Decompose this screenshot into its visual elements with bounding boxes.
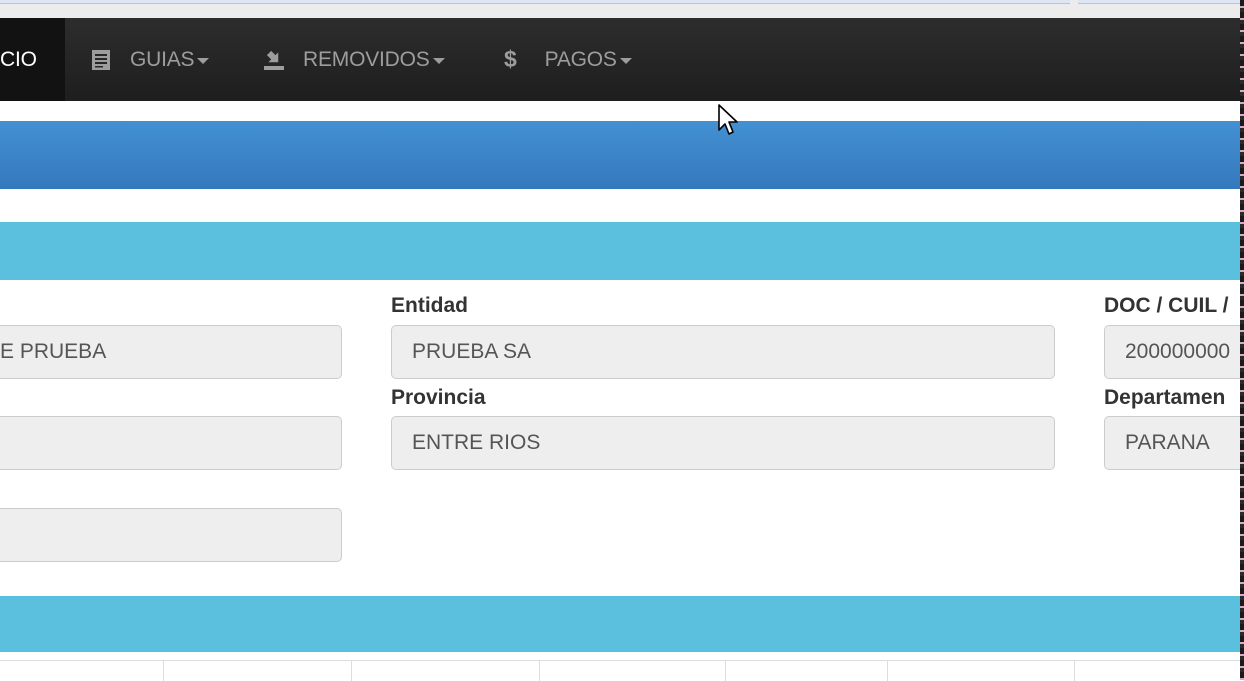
nav-item-label: PAGOS	[544, 47, 617, 71]
list-icon	[90, 49, 112, 71]
nav-item-pagos[interactable]: $ PAGOS	[504, 18, 632, 101]
table-column-divider	[163, 661, 164, 681]
table-column-divider	[725, 661, 726, 681]
nav-item-label: REMOVIDOS	[303, 47, 430, 71]
section-header-bar	[0, 222, 1240, 280]
dollar-icon: $	[504, 46, 517, 72]
top-navbar: CIO GUIAS REMOVIDOS $ PAGOS	[0, 18, 1240, 101]
scrollbar-edge	[1240, 0, 1244, 680]
provincia-label: Provincia	[391, 386, 486, 409]
field-value: E PRUEBA	[0, 340, 107, 363]
nav-item-guias[interactable]: GUIAS	[90, 18, 210, 101]
section-header-bar	[0, 596, 1240, 652]
nav-item-removidos[interactable]: REMOVIDOS	[263, 18, 445, 101]
search-bar[interactable]	[1078, 0, 1240, 4]
departamento-field[interactable]: PARANA	[1104, 416, 1240, 470]
table-header	[0, 660, 1240, 681]
field-value: PARANA	[1125, 431, 1210, 454]
chevron-down-icon	[432, 57, 445, 64]
nav-item-label: GUIAS	[130, 47, 195, 71]
address-bar[interactable]	[0, 0, 1070, 4]
page-header-bar	[0, 121, 1240, 189]
field-value: PRUEBA SA	[412, 340, 532, 363]
entidad-label: Entidad	[391, 294, 468, 317]
provincia-field[interactable]: ENTRE RIOS	[391, 416, 1055, 470]
doc-cuil-field[interactable]: 200000000	[1104, 325, 1240, 379]
entidad-field[interactable]: PRUEBA SA	[391, 325, 1055, 379]
field-value: 200000000	[1125, 340, 1231, 363]
download-icon	[263, 49, 285, 71]
nav-item-inicio[interactable]: CIO	[0, 18, 65, 101]
text-field[interactable]	[0, 508, 342, 562]
browser-chrome-strip	[0, 0, 1240, 18]
doc-cuil-label: DOC / CUIL /	[1104, 294, 1229, 317]
table-column-divider	[351, 661, 352, 681]
text-field[interactable]	[0, 416, 342, 470]
chevron-down-icon	[197, 57, 210, 64]
nav-item-label: CIO	[0, 47, 37, 71]
table-column-divider	[539, 661, 540, 681]
name-field[interactable]: E PRUEBA	[0, 325, 342, 379]
field-value: ENTRE RIOS	[412, 431, 541, 454]
mouse-cursor-icon	[718, 104, 740, 143]
departamento-label: Departamen	[1104, 386, 1226, 409]
table-column-divider	[887, 661, 888, 681]
chevron-down-icon	[619, 57, 632, 64]
table-column-divider	[1074, 661, 1075, 681]
